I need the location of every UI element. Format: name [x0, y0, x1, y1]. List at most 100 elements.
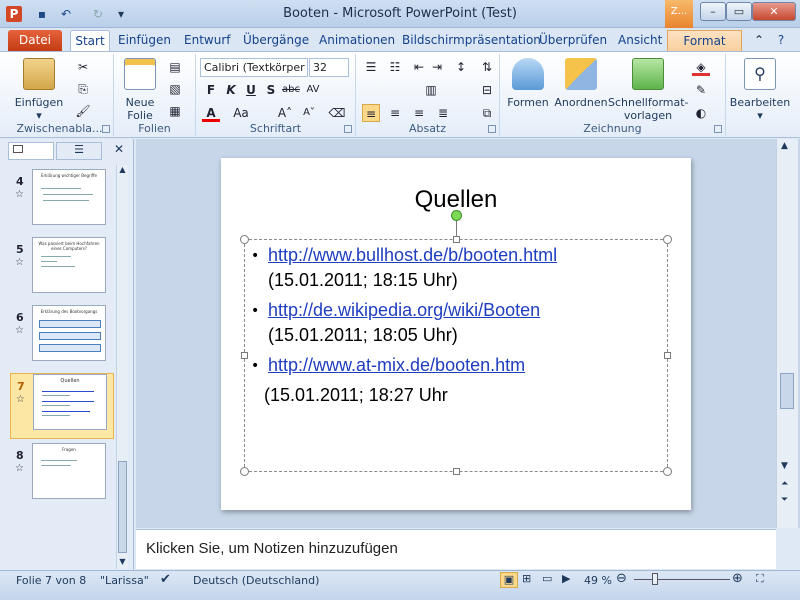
tab-outline-view[interactable]: ☰ — [56, 142, 102, 160]
slide-thumbnail-6[interactable]: 6 ☆ Erklärung des Bootvorgangs — [10, 305, 114, 371]
layout-icon[interactable]: ▤ — [166, 58, 184, 76]
view-slideshow-icon[interactable]: ▶ — [562, 572, 570, 585]
arrange-button[interactable]: Anordnen — [552, 58, 610, 109]
reset-icon[interactable]: ▧ — [166, 80, 184, 98]
increase-indent-icon[interactable]: ⇥ — [428, 58, 446, 76]
align-center-icon[interactable]: ≡ — [386, 104, 404, 122]
font-color-icon[interactable]: A — [202, 104, 220, 122]
tab-einfuegen[interactable]: Einfügen — [114, 30, 175, 52]
source-link-2[interactable]: http://de.wikipedia.org/wiki/Booten — [268, 300, 540, 321]
help-collapse-icon[interactable]: ⌃ — [750, 31, 768, 49]
tab-format[interactable]: Format — [667, 30, 742, 52]
drawing-launcher-icon[interactable] — [714, 125, 722, 133]
slide-thumbnail-4[interactable]: 4 ☆ Erklärung wichtiger Begriffe — [10, 169, 114, 235]
zoom-level[interactable]: 49 % — [584, 574, 612, 587]
close-button[interactable]: ✕ — [752, 2, 796, 21]
source-link-1[interactable]: http://www.bullhost.de/b/booten.html — [268, 245, 557, 266]
tab-entwurf[interactable]: Entwurf — [180, 30, 234, 52]
slide-thumbnail-7[interactable]: 7 ☆ Quellen — [10, 373, 114, 439]
scroll-down-icon[interactable]: ▼ — [781, 461, 788, 471]
italic-icon[interactable]: K — [222, 81, 240, 99]
scroll-up-icon[interactable]: ▲ — [117, 165, 128, 177]
notes-pane[interactable]: Klicken Sie, um Notizen hinzuzufügen — [136, 529, 776, 569]
slide-editor-scrollbar[interactable]: ▲ ▼ ⏶ ⏷ — [776, 139, 798, 528]
smartart-icon[interactable]: ⧉ — [478, 104, 496, 122]
slide-thumbnail-5[interactable]: 5 ☆ Was passiert beim Hochfahren eines C… — [10, 237, 114, 303]
resize-handle-top-right[interactable] — [663, 235, 672, 244]
source-link-3[interactable]: http://www.at-mix.de/booten.htm — [268, 355, 525, 376]
char-spacing-icon[interactable]: AV — [304, 81, 322, 99]
change-case-icon[interactable]: Aa — [232, 104, 250, 122]
clear-formatting-icon[interactable]: ⌫ — [328, 104, 346, 122]
numbering-icon[interactable]: ☷ — [386, 58, 404, 76]
tab-slides-view[interactable] — [8, 142, 54, 160]
copy-icon[interactable]: ⎘ — [74, 80, 92, 98]
tab-datei[interactable]: Datei — [8, 30, 62, 52]
align-text-icon[interactable]: ⊟ — [478, 81, 496, 99]
resize-handle-bottom-left[interactable] — [240, 467, 249, 476]
resize-handle-left[interactable] — [241, 352, 248, 359]
font-launcher-icon[interactable] — [344, 125, 352, 133]
grow-font-icon[interactable]: A˄ — [276, 104, 294, 122]
view-reading-icon[interactable]: ▭ — [542, 572, 552, 585]
font-size-select[interactable]: 32 — [309, 58, 349, 77]
zoom-out-icon[interactable]: ⊖ — [616, 571, 627, 586]
resize-handle-top-left[interactable] — [240, 235, 249, 244]
scroll-down-icon[interactable]: ▼ — [117, 557, 128, 569]
shapes-button[interactable]: Formen — [504, 58, 552, 109]
previous-slide-icon[interactable]: ⏶ — [781, 479, 788, 489]
help-icon[interactable]: ? — [772, 31, 790, 49]
zoom-in-icon[interactable]: ⊕ — [732, 571, 743, 586]
shape-effects-icon[interactable]: ◐ — [692, 104, 710, 122]
paste-button[interactable]: Einfügen ▾ — [14, 58, 64, 122]
minimize-button[interactable]: – — [700, 2, 726, 21]
tab-ueberpruefen[interactable]: Überprüfen — [535, 30, 611, 52]
scroll-thumb[interactable] — [780, 373, 794, 409]
zoom-slider-thumb[interactable] — [652, 573, 658, 585]
bullets-icon[interactable]: ☰ — [362, 58, 380, 76]
resize-handle-bottom-right[interactable] — [663, 467, 672, 476]
font-name-select[interactable]: Calibri (Textkörper — [200, 58, 308, 77]
bold-icon[interactable]: F — [202, 81, 220, 99]
decrease-indent-icon[interactable]: ⇤ — [410, 58, 428, 76]
rotation-handle[interactable] — [451, 210, 462, 221]
next-slide-icon[interactable]: ⏷ — [781, 495, 788, 505]
tab-uebergaenge[interactable]: Übergänge — [239, 30, 313, 52]
text-direction-icon[interactable]: ⇅ — [478, 58, 496, 76]
slide-canvas[interactable]: Quellen • http://www.bullhost.de/b/boote… — [221, 158, 691, 510]
columns-icon[interactable]: ▥ — [422, 81, 440, 99]
language-indicator[interactable]: Deutsch (Deutschland) — [193, 574, 319, 587]
strikethrough-icon[interactable]: abc — [282, 81, 300, 99]
shrink-font-icon[interactable]: A˅ — [300, 104, 318, 122]
quick-styles-button[interactable]: Schnellformat- vorlagen — [608, 58, 689, 122]
notes-placeholder[interactable]: Klicken Sie, um Notizen hinzuzufügen — [146, 540, 398, 557]
view-normal-icon[interactable]: ▣ — [500, 572, 518, 588]
shape-fill-icon[interactable]: ◈ — [692, 58, 710, 76]
cut-icon[interactable]: ✂ — [74, 58, 92, 76]
editing-button[interactable]: ⚲ Bearbeiten ▾ — [728, 58, 792, 122]
tab-start[interactable]: Start — [70, 30, 110, 52]
section-icon[interactable]: ▦ — [166, 102, 184, 120]
new-slide-button[interactable]: Neue Folie — [118, 58, 162, 122]
view-sorter-icon[interactable]: ⊞ — [522, 572, 531, 585]
shadow-icon[interactable]: S — [262, 81, 280, 99]
resize-handle-top[interactable] — [453, 236, 460, 243]
clipboard-launcher-icon[interactable] — [102, 125, 110, 133]
slide-thumbnail-8[interactable]: 8 ☆ Fragen — [10, 443, 114, 509]
fit-to-window-icon[interactable]: ⛶ — [756, 572, 764, 586]
paragraph-launcher-icon[interactable] — [488, 125, 496, 133]
line-spacing-icon[interactable]: ↕ — [452, 58, 470, 76]
align-left-icon[interactable]: ≡ — [362, 104, 380, 122]
format-painter-icon[interactable]: 🖌 — [74, 102, 92, 120]
align-right-icon[interactable]: ≡ — [410, 104, 428, 122]
shape-outline-icon[interactable]: ✎ — [692, 81, 710, 99]
close-pane-icon[interactable]: ✕ — [112, 142, 126, 160]
tab-animationen[interactable]: Animationen — [315, 30, 399, 52]
spellcheck-icon[interactable]: ✔ — [160, 572, 171, 587]
maximize-button[interactable]: ▭ — [726, 2, 752, 21]
resize-handle-right[interactable] — [664, 352, 671, 359]
justify-icon[interactable]: ≣ — [434, 104, 452, 122]
underline-icon[interactable]: U — [242, 81, 260, 99]
scroll-thumb[interactable] — [118, 461, 127, 553]
slides-pane-scrollbar[interactable]: ▲ ▼ — [116, 165, 128, 569]
